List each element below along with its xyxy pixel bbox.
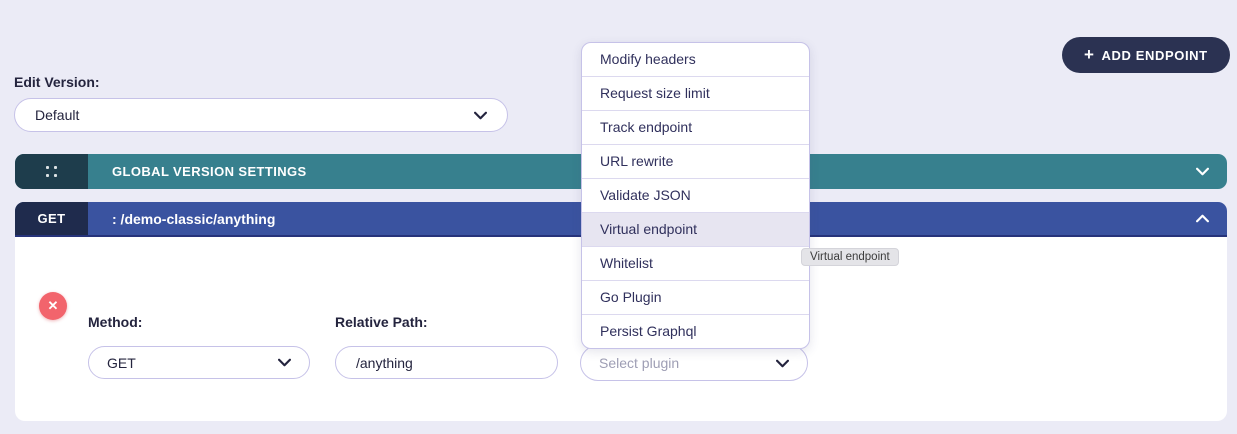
add-endpoint-button[interactable]: + ADD ENDPOINT <box>1062 37 1230 73</box>
global-version-settings-title: GLOBAL VERSION SETTINGS <box>112 164 307 179</box>
plugin-menu-item[interactable]: Go Plugin <box>582 281 809 315</box>
collapse-toggle[interactable] <box>1196 214 1209 223</box>
chevron-up-icon <box>1196 214 1209 223</box>
plugin-menu-item[interactable]: Persist Graphql <box>582 315 809 348</box>
relative-path-label: Relative Path: <box>335 314 428 330</box>
version-select[interactable]: Default <box>14 98 508 132</box>
relative-path-input[interactable] <box>354 354 539 372</box>
plugin-menu-item[interactable]: Modify headers <box>582 43 809 77</box>
add-endpoint-label: ADD ENDPOINT <box>1102 48 1208 63</box>
tooltip: Virtual endpoint <box>801 248 899 266</box>
plugin-menu-item[interactable]: Track endpoint <box>582 111 809 145</box>
method-label: Method: <box>88 314 142 330</box>
collapse-toggle[interactable] <box>1196 167 1209 176</box>
plugin-select[interactable]: Select plugin <box>580 345 808 381</box>
plugin-menu-item[interactable]: Validate JSON <box>582 179 809 213</box>
drag-handle[interactable] <box>15 154 88 189</box>
version-select-value: Default <box>35 107 79 123</box>
relative-path-field-wrap <box>335 346 558 379</box>
chevron-down-icon <box>278 358 291 367</box>
plugin-menu-item[interactable]: Request size limit <box>582 77 809 111</box>
plugin-menu-item[interactable]: Whitelist <box>582 247 809 281</box>
remove-endpoint-button[interactable]: ✕ <box>39 292 67 320</box>
chevron-down-icon <box>776 359 789 368</box>
plugin-menu-item[interactable]: URL rewrite <box>582 145 809 179</box>
endpoint-method: GET <box>38 211 66 226</box>
chevron-down-icon <box>474 111 487 120</box>
plugin-select-placeholder: Select plugin <box>599 355 679 371</box>
endpoint-designer-page: + ADD ENDPOINT Edit Version: Default GLO… <box>0 0 1237 434</box>
endpoint-path: : /demo-classic/anything <box>112 211 275 227</box>
plugin-menu-item[interactable]: Virtual endpoint <box>582 213 809 247</box>
chevron-down-icon <box>1196 167 1209 176</box>
method-select[interactable]: GET <box>88 346 310 379</box>
plus-icon: + <box>1084 46 1095 63</box>
plugin-menu: Modify headers Request size limit Track … <box>581 42 810 349</box>
edit-version-label: Edit Version: <box>14 74 100 90</box>
endpoint-method-badge: GET <box>15 202 88 235</box>
method-select-value: GET <box>107 355 136 371</box>
drag-handle-icon <box>46 166 58 178</box>
